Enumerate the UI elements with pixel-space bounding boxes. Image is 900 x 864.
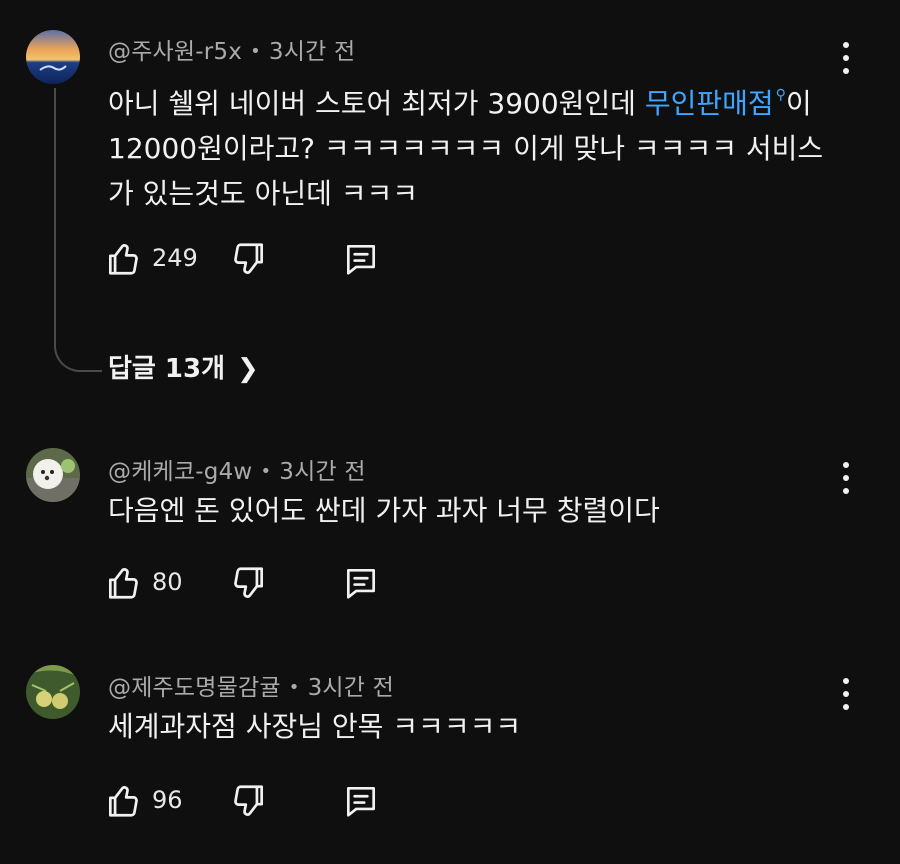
sunset-avatar-image [26,30,80,84]
dislike-button[interactable] [230,560,274,606]
like-count: 249 [152,244,198,272]
replies-label: 답글 13개 [108,354,225,384]
dislike-button[interactable] [230,236,274,282]
search-link[interactable]: 무인판매점 [645,87,774,120]
author-name[interactable]: @케케코-g4w [108,459,252,485]
thumbs-down-icon [234,785,264,816]
like-count: 96 [152,786,183,814]
separator-dot: • [288,677,300,698]
comment-text: 아니 쉘위 네이버 스토어 최저가 3900원인데 무인판매점 ⚲이 12000원… [108,73,848,216]
comment-meta: @주사원-r5x • 3시간 전 [108,32,355,66]
timestamp[interactable]: 3시간 전 [279,459,365,485]
comment-text: 세계과자점 사장님 안목 ㅋㅋㅋㅋㅋ [108,704,848,749]
comment-icon [346,244,376,275]
comment-meta: @케케코-g4w • 3시간 전 [108,452,366,486]
reply-button[interactable] [342,778,386,824]
comment-text-part: 다음엔 돈 있어도 싼데 가자 과자 너무 창렬이다 [108,494,660,527]
dog-avatar-image [26,448,80,502]
timestamp[interactable]: 3시간 전 [308,675,394,701]
thumbs-up-icon [108,568,138,599]
like-button[interactable]: 80 [104,560,214,606]
reply-button[interactable] [342,560,386,606]
comment-text-part: 아니 쉘위 네이버 스토어 최저가 3900원인데 [108,87,645,120]
comment-meta: @제주도명물감귤 • 3시간 전 [108,668,394,702]
like-button[interactable]: 249 [104,236,214,282]
reply-button[interactable] [342,236,386,282]
separator-dot: • [260,461,272,482]
comment-icon [346,786,376,817]
author-name[interactable]: @주사원-r5x [108,39,242,65]
like-count: 80 [152,568,183,596]
avatar[interactable] [26,448,80,502]
like-button[interactable]: 96 [104,778,214,824]
citrus-avatar-image [26,665,80,719]
thread-line [54,88,102,372]
chevron-right-icon: ❯ [237,354,259,384]
timestamp[interactable]: 3시간 전 [269,39,355,65]
avatar[interactable] [26,665,80,719]
comment-text: 다음엔 돈 있어도 싼데 가자 과자 너무 창렬이다 [108,488,848,533]
search-icon[interactable]: ⚲ [776,87,786,103]
separator-dot: • [250,41,261,62]
thumbs-up-icon [108,786,138,817]
thumbs-down-icon [234,567,264,598]
thumbs-up-icon [108,244,138,275]
avatar[interactable] [26,30,80,84]
more-vert-icon[interactable] [834,38,858,78]
comment-icon [346,568,376,599]
dislike-button[interactable] [230,778,274,824]
thumbs-down-icon [234,243,264,274]
comment-text-part: 세계과자점 사장님 안목 ㅋㅋㅋㅋㅋ [108,710,522,743]
view-replies-button[interactable]: 답글 13개 ❯ [108,348,259,385]
author-name[interactable]: @제주도명물감귤 [108,675,281,701]
